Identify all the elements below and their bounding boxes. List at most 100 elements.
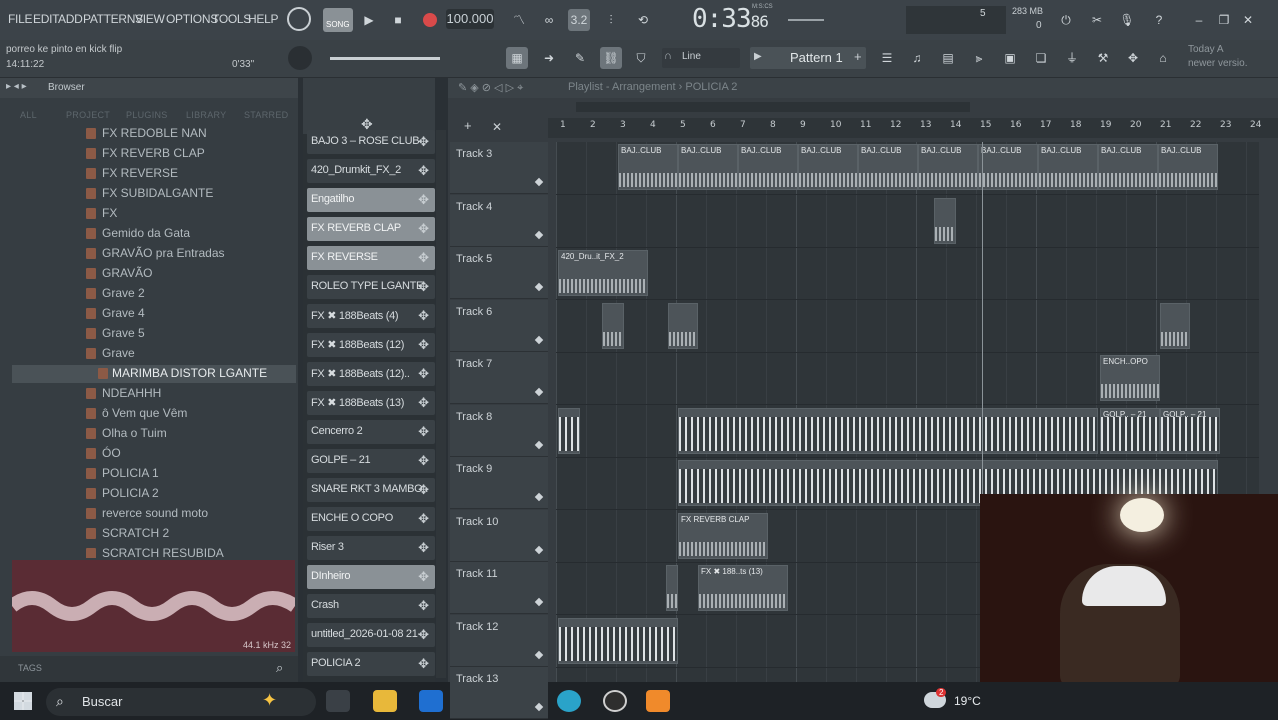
channel-move-icon[interactable]: ✥ [418,279,429,295]
track-mute-icon[interactable] [534,230,544,239]
channel-move-icon[interactable]: ✥ [418,453,429,469]
browser-item[interactable]: SCRATCH 2 [86,525,292,543]
playlist-tools-icon[interactable]: ✎ ◈ ⊘ ◁ ▷ ⌖ [458,81,523,95]
timeline-ruler[interactable]: 1 2 3 4 5 6 7 8 9 10 11 12 13 14 15 16 17 18 19 20 21 22 23 24 [548,118,1278,138]
countdown-icon[interactable]: 3.2 [568,9,590,31]
track-mute-icon[interactable] [534,545,544,554]
playlist-clip[interactable]: BAJ..CLUB [1098,144,1158,190]
channel-button[interactable]: Crash ✥ [307,594,435,618]
link-icon[interactable]: ⛓ [600,47,622,69]
channel-button[interactable]: FX REVERSE ✥ [307,246,435,270]
channel-move-icon[interactable]: ✥ [418,656,429,672]
channel-move-icon[interactable]: ✥ [418,366,429,382]
channel-button[interactable]: ROLEO TYPE LGANTE ✥ [307,275,435,299]
channel-rack-icon[interactable]: ▤ [937,47,959,69]
main-volume-line[interactable] [788,19,824,21]
browser-item[interactable]: FX REVERB CLAP [86,145,292,163]
channel-move-icon[interactable]: ✥ [418,250,429,266]
channel-move-icon[interactable]: ✥ [418,308,429,324]
channel-move-icon[interactable]: ✥ [418,598,429,614]
browser-item[interactable]: SCRATCH RESUBIDA [86,545,292,558]
playlist-clip[interactable]: BAJ..CLUB [798,144,858,190]
playlist-clip[interactable] [1160,303,1190,349]
playlist-clip[interactable] [668,303,698,349]
close-window-icon[interactable]: ✕ [1237,9,1259,31]
playlist-clip[interactable] [558,408,580,454]
tab-project[interactable]: PROJECT [66,110,110,120]
playlist-clip[interactable]: BAJ..CLUB [1038,144,1098,190]
channel-button[interactable]: FX REVERB CLAP ✥ [307,217,435,241]
paw-icon[interactable]: ✥ [1122,47,1144,69]
playlist-clip[interactable]: ENCH..OPO [1100,355,1160,401]
channel-button[interactable]: Cencerro 2 ✥ [307,420,435,444]
microphone-icon[interactable]: 🎙 [1116,9,1138,31]
menu-edit[interactable]: EDIT [33,12,59,26]
track-header[interactable]: Track 3 [450,142,548,194]
channel-button[interactable]: DInheiro ✥ [307,565,435,589]
browser-item[interactable]: MARIMBA DISTOR LGANTE [12,365,296,383]
help-icon[interactable]: ? [1148,9,1170,31]
tab-starred[interactable]: STARRED [244,110,288,120]
restore-window-icon[interactable]: ❐ [1213,9,1235,31]
browser-item[interactable]: Grave 4 [86,305,292,323]
piano-roll-icon[interactable]: ♫ [906,47,928,69]
track-header[interactable]: Track 12 [450,614,548,667]
playlist-clip[interactable]: BAJ..CLUB [618,144,678,190]
channel-button[interactable]: POLICIA 2 ✥ [307,652,435,676]
panic-icon[interactable]: ⏻ [1055,9,1077,31]
tab-plugins[interactable]: PLUGINS [126,110,168,120]
pattern-select[interactable]: ▶ Pattern 1 + [750,47,866,69]
track-header[interactable]: Track 13 [450,667,548,719]
channel-button[interactable]: untitled_2026-01-08 21-.. ✥ [307,623,435,647]
step-edit-icon[interactable]: ⫶ [600,9,622,31]
browser-nav-icon[interactable]: ▸ ◂ ▸ [6,81,27,92]
channel-button[interactable]: Engatilho ✥ [307,188,435,212]
channel-move-icon[interactable]: ✥ [418,482,429,498]
track-header[interactable]: Track 10 [450,509,548,562]
menu-help[interactable]: HELP [248,12,278,26]
playlist-overview[interactable] [576,102,970,112]
browser-item[interactable]: NDEAHHH [86,385,292,403]
plug-icon[interactable]: ⏚ [1061,47,1083,69]
channel-button[interactable]: GOLPE – 21 ✥ [307,449,435,473]
track-mute-icon[interactable] [534,387,544,397]
track-mute-icon[interactable] [534,282,544,292]
playlist-clip[interactable]: FX ✖ 188..ts (13) [698,565,788,611]
shop-icon[interactable]: ⌂ [1152,47,1174,69]
channel-move-icon[interactable]: ✥ [418,424,429,440]
channel-move-icon[interactable]: ✥ [418,134,429,150]
channel-button[interactable]: FX ✖ 188Beats (12) ✥ [307,333,435,357]
master-pitch-knob[interactable] [288,46,312,70]
track-header[interactable]: Track 5 [450,247,548,299]
channel-move-icon[interactable]: ✥ [418,627,429,643]
playlist-clip[interactable] [558,618,678,664]
track-mute-icon[interactable] [534,177,544,187]
playlist-icon[interactable]: ☰ [876,47,898,69]
playlist-clip[interactable]: BAJ..CLUB [738,144,798,190]
track-header[interactable]: Track 7 [450,352,548,404]
channel-move-icon[interactable]: ✥ [418,192,429,208]
playlist-clip[interactable] [934,198,956,244]
tab-all[interactable]: ALL [20,110,37,120]
browser-item[interactable]: ô Vem que Vêm [86,405,292,423]
channel-move-icon[interactable]: ✥ [418,511,429,527]
wrench-icon[interactable]: ⚒ [1092,47,1114,69]
channel-move-icon[interactable]: ✥ [418,395,429,411]
browser-item[interactable]: FX REDOBLE NAN [86,128,292,143]
tempo-display[interactable]: 100.000 [446,9,494,29]
browser-item[interactable]: POLICIA 2 [86,485,292,503]
remove-track-icon[interactable]: ✕ [492,120,502,134]
track-header[interactable]: Track 6 [450,299,548,352]
browser-item[interactable]: Grave [86,345,292,363]
record-button[interactable] [423,13,437,27]
menu-add[interactable]: ADD [58,12,83,26]
stop-button[interactable]: ■ [387,9,409,31]
sample-waveform-preview[interactable]: 44.1 kHz 32 [7,560,299,652]
channel-button[interactable]: Riser 3 ✥ [307,536,435,560]
track-mute-icon[interactable] [534,702,544,712]
task-view-icon[interactable] [326,690,350,712]
channel-button[interactable]: FX ✖ 188Beats (4) ✥ [307,304,435,328]
menu-options[interactable]: OPTIONS [166,12,218,26]
plugin-icon[interactable]: ▣ [999,47,1021,69]
playlist-clip[interactable]: FX REVERB CLAP [678,513,768,559]
